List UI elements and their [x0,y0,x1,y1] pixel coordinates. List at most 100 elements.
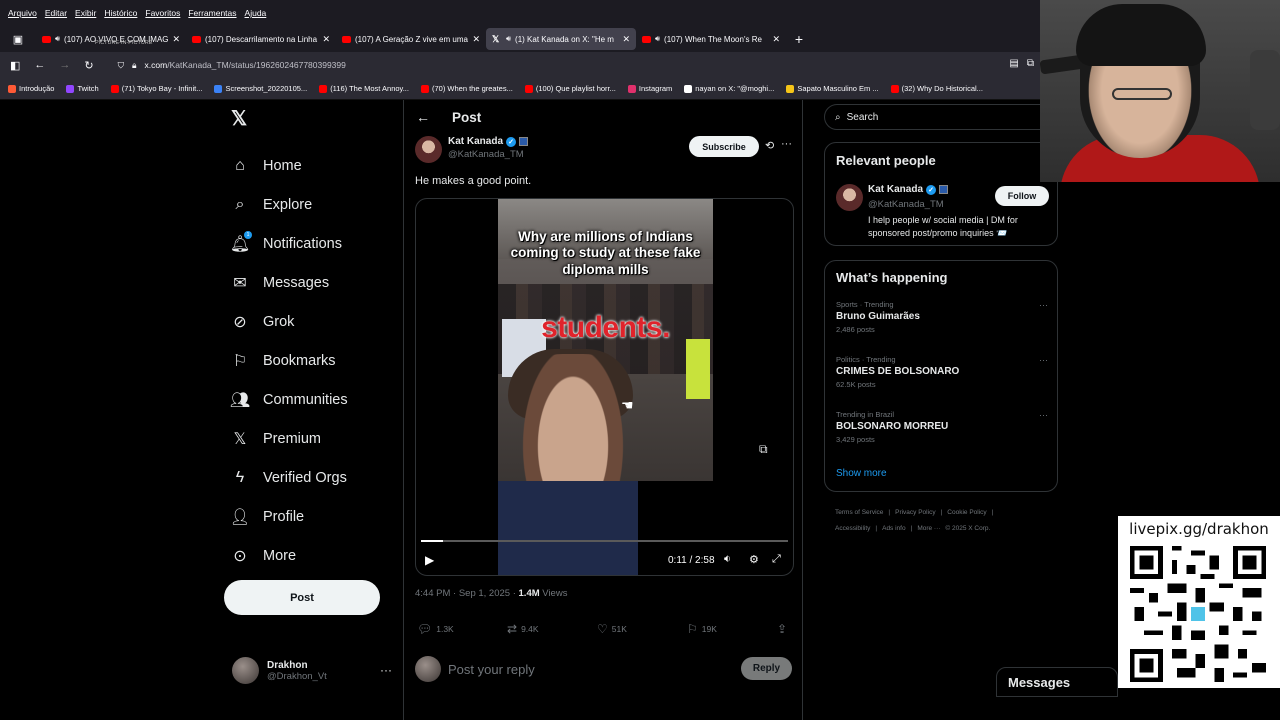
account-switcher[interactable]: Drakhon @Drakhon_Vt ··· [232,657,392,684]
follow-button[interactable]: Follow [995,186,1049,206]
speaker-icon[interactable]: 🔊︎ [506,34,511,44]
close-icon[interactable]: ✕ [172,34,180,45]
back-arrow-icon[interactable]: ← [416,109,430,125]
browser-tab[interactable]: (107) Descarrilamento na Linha ✕ [186,28,336,50]
footer-link[interactable]: © 2025 X Corp. [945,525,990,532]
footer-link[interactable]: Accessibility [835,525,870,532]
reply-button[interactable]: Reply [741,657,792,680]
x-logo-icon[interactable]: 𝕏 [231,106,247,131]
gear-icon[interactable]: ⚙ [749,553,759,566]
tab-list-icon[interactable]: ▣ [0,26,36,52]
url-bar[interactable]: ⛉ 🔒︎ x.com/KatKanada_TM/status/196260246… [118,60,346,71]
footer-link[interactable]: Terms of Service [835,509,883,516]
subscribe-button[interactable]: Subscribe [689,136,759,157]
post-author[interactable]: Kat Kanada ✓ @KatKanada_TM [415,136,529,163]
more-dots-icon[interactable]: ··· [380,663,392,677]
sidebar-item-home[interactable]: ⌂ Home [230,146,348,185]
volume-icon[interactable]: 🔉︎ [724,553,731,566]
more-dots-icon[interactable]: ··· [1039,355,1048,365]
youtube-icon [192,35,201,43]
author-handle[interactable]: @KatKanada_TM [448,149,528,160]
bookmark-item[interactable]: (71) Tokyo Bay - Infinit... [110,84,202,93]
bookmark-item[interactable]: (70) When the greates... [420,84,513,93]
repost-action[interactable]: ⇄ 9.4K [507,622,539,636]
reply-input[interactable]: Post your reply [448,662,535,677]
sidebar-item-verified-orgs[interactable]: ϟ Verified Orgs [230,458,348,497]
play-icon[interactable]: ▶ [425,553,434,567]
close-icon[interactable]: ✕ [622,34,630,45]
footer-link[interactable]: More ··· [917,525,940,532]
forward-icon[interactable]: → [59,59,70,71]
more-dots-icon[interactable]: ··· [1039,300,1048,310]
trend-item[interactable]: Sports · Trending Bruno Guimarães 2,486 po… [836,300,1048,334]
browser-tab[interactable]: 𝕏 🔊︎ (1) Kat Kanada on X: "He m ✕ [486,28,636,50]
bookmark-action[interactable]: ⚐ 19K [687,622,717,636]
sidebar-item-bookmarks[interactable]: ⚐ Bookmarks [230,341,348,380]
trend-item[interactable]: Trending in Brazil BOLSONARO MORREU 3,429 … [836,410,1048,444]
menu-item[interactable]: Exibir [75,8,96,18]
grok-icon[interactable]: ⟲ [765,139,774,152]
bookmark-item[interactable]: Sapato Masculino Em ... [786,84,879,93]
menu-item[interactable]: Editar [45,8,67,18]
browser-tab[interactable]: 🔊︎ (107) AO VIVO E COM IMAG PICTURE-IN-PIC… [36,28,186,50]
sidebar-item-communities[interactable]: 👥︎ Communities [230,380,348,419]
mouse-cursor-icon: ☚ [621,397,634,413]
menu-item[interactable]: Arquivo [8,8,37,18]
bookmark-item[interactable]: nayan on X: "@moghi... [684,84,774,93]
screenshot-icon[interactable]: ⧉ [1027,58,1034,69]
sidebar-item-notifications[interactable]: 🔔︎ 1 Notifications [230,224,348,263]
speaker-icon[interactable]: 🔊︎ [55,34,60,44]
like-action[interactable]: ♡ 51K [597,622,627,636]
menu-item[interactable]: Ferramentas [188,8,236,18]
bookmark-item[interactable]: Instagram [627,84,672,93]
menu-item[interactable]: Histórico [104,8,137,18]
compose-post-button[interactable]: Post [224,580,380,615]
more-dots-icon[interactable]: ··· [1039,410,1048,420]
reload-icon[interactable]: ↻ [84,59,93,72]
sidebar-item-grok[interactable]: ⊘ Grok [230,302,348,341]
footer-link[interactable]: Ads info [882,525,906,532]
sidebar-item-premium[interactable]: 𝕏 Premium [230,419,348,458]
bookmark-item[interactable]: (32) Why Do Historical... [890,84,983,93]
sidebar-item-profile[interactable]: 👤︎ Profile [230,497,348,536]
sidebar-item-messages[interactable]: ✉ Messages [230,263,348,302]
new-tab-button[interactable]: + [786,31,812,47]
more-dots-icon[interactable]: ··· [781,138,792,150]
bookmark-item[interactable]: (116) The Most Annoy... [319,84,409,93]
video-player[interactable]: Why are millions of Indians coming to st… [415,198,794,576]
picture-in-picture-icon[interactable]: ⧉ [759,442,768,457]
share-action[interactable]: ⇪ [777,622,787,636]
close-icon[interactable]: ✕ [322,34,330,45]
menu-item[interactable]: Favoritos [145,8,180,18]
speaker-icon[interactable]: 🔊︎ [655,34,660,44]
relevant-handle[interactable]: @KatKanada_TM [868,199,944,210]
bookmark-item[interactable]: Introdução [8,84,54,93]
sidebar-toggle-icon[interactable]: ◧ [10,59,20,72]
bookmark-item[interactable]: (100) Que playlist horr... [524,84,616,93]
messages-drawer[interactable]: Messages [996,667,1118,697]
reader-view-icon[interactable]: ▤ [1009,58,1018,69]
author-name[interactable]: Kat Kanada [448,136,503,147]
sidebar-item-explore[interactable]: ⌕ Explore [230,185,348,224]
bookmark-item[interactable]: Screenshot_20220105... [214,84,307,93]
search-input[interactable]: ⌕ Search [824,104,1058,130]
browser-tab[interactable]: (107) A Geração Z vive em uma ✕ [336,28,486,50]
back-icon[interactable]: ← [34,59,45,71]
show-more-link[interactable]: Show more [836,468,887,479]
author-avatar[interactable] [836,184,863,211]
sidebar-item-label: Grok [263,313,295,330]
close-icon[interactable]: ✕ [472,34,480,45]
fullscreen-icon[interactable]: ⤢ [772,553,781,566]
bookmark-item[interactable]: Twitch [66,84,99,93]
browser-tab[interactable]: 🔊︎ (107) When The Moon's Re ✕ [636,28,786,50]
reply-action[interactable]: 💬︎ 1.3K [417,622,454,636]
author-avatar[interactable] [415,136,442,163]
footer-link[interactable]: Privacy Policy [895,509,935,516]
footer-link[interactable]: Cookie Policy [947,509,986,516]
relevant-name[interactable]: Kat Kanada [868,184,923,195]
sidebar-item-more[interactable]: ⊙ More [230,536,348,575]
close-icon[interactable]: ✕ [772,34,780,45]
menu-item[interactable]: Ajuda [245,8,267,18]
video-progress-bar[interactable] [421,540,788,542]
trend-item[interactable]: Politics · Trending CRIMES DE BOLSONARO 62… [836,355,1048,389]
